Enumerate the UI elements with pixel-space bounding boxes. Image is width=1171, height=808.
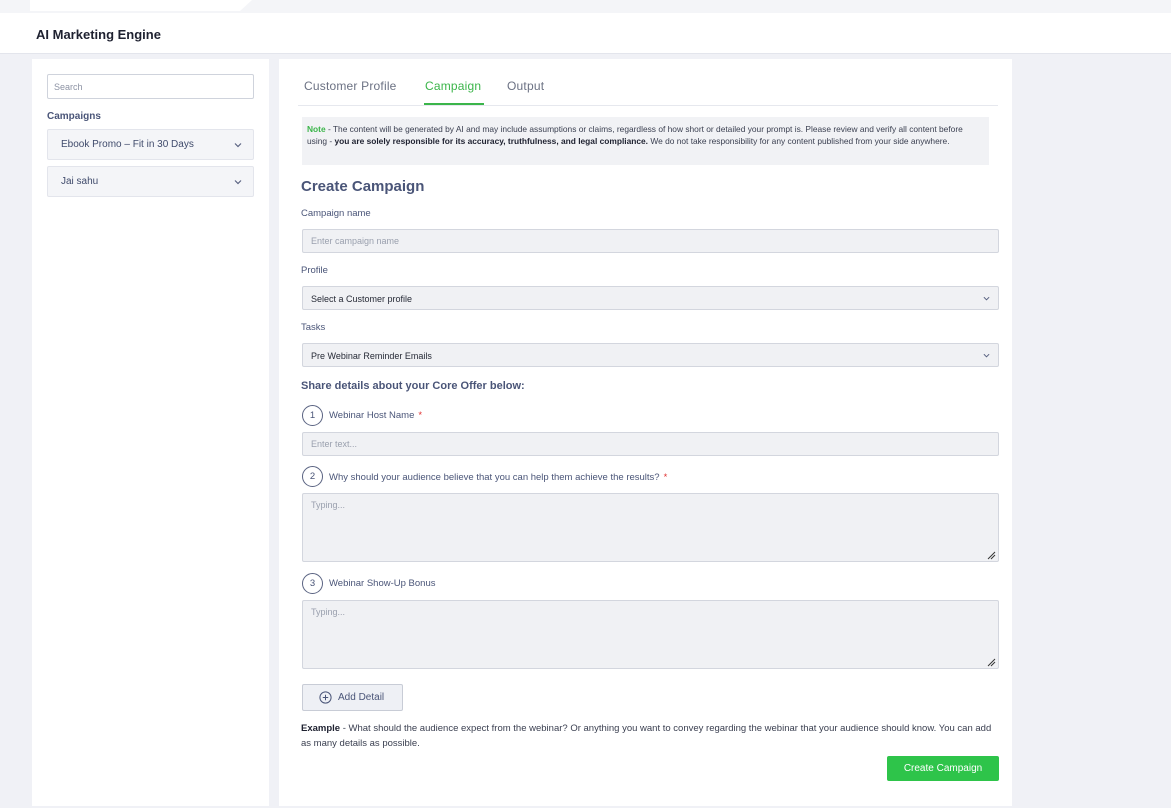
add-detail-button[interactable]: Add Detail [302,684,403,711]
tasks-label: Tasks [301,322,326,333]
campaign-item-label: Jai sahu [61,176,99,187]
step-number-badge: 3 [302,573,323,594]
plus-circle-icon [319,691,332,704]
browser-top-strip [0,0,1171,13]
campaign-name-input[interactable] [302,229,999,253]
example-label: Example [301,723,341,734]
required-asterisk: * [663,472,668,483]
search-input[interactable] [47,74,254,99]
app-header: AI Marketing Engine [0,13,1171,54]
ai-disclaimer-note: Note - The content will be generated by … [302,117,989,165]
core-offer-heading: Share details about your Core Offer belo… [301,380,525,392]
profile-select-value: Select a Customer profile [311,294,413,304]
campaign-item-ebook-promo[interactable]: Ebook Promo – Fit in 30 Days [47,129,254,160]
campaign-name-label: Campaign name [301,208,371,219]
profile-select[interactable]: Select a Customer profile [302,286,999,310]
chevron-down-icon [983,296,990,301]
example-hint: Example - What should the audience expec… [301,721,1001,751]
create-campaign-button[interactable]: Create Campaign [887,756,999,781]
credibility-textarea[interactable] [302,493,999,562]
main-panel: Customer Profile Campaign Output Note - … [279,59,1012,806]
required-asterisk: * [418,410,423,421]
note-label: Note [307,124,326,134]
step-number-badge: 2 [302,466,323,487]
example-text: - What should the audience expect from t… [301,723,992,749]
add-detail-label: Add Detail [338,692,385,703]
resize-grip-icon[interactable] [987,658,996,667]
detail-label-show-up-bonus: Webinar Show-Up Bonus [329,578,436,589]
app-title: AI Marketing Engine [36,27,161,42]
tab-customer-profile[interactable]: Customer Profile [304,79,397,93]
detail-label-host-name: Webinar Host Name * [329,410,422,421]
webinar-host-name-input[interactable] [302,432,999,456]
chevron-down-icon [234,180,242,185]
sidebar: Campaigns Ebook Promo – Fit in 30 Days J… [32,59,269,806]
tab-campaign[interactable]: Campaign [425,79,481,93]
chevron-down-icon [983,353,990,358]
detail-label-text: Webinar Show-Up Bonus [329,578,436,589]
tab-output[interactable]: Output [507,79,544,93]
show-up-bonus-textarea[interactable] [302,600,999,669]
detail-label-text: Why should your audience believe that yo… [329,472,660,483]
tasks-select-value: Pre Webinar Reminder Emails [311,351,432,361]
detail-label-text: Webinar Host Name [329,410,415,421]
page-title: Create Campaign [301,178,425,195]
chevron-down-icon [234,143,242,148]
top-tab-shape [30,0,252,11]
step-number-badge: 1 [302,405,323,426]
campaign-item-label: Ebook Promo – Fit in 30 Days [61,139,194,150]
detail-label-credibility: Why should your audience believe that yo… [329,472,667,483]
tab-divider [298,105,998,106]
note-bold-text: you are solely responsible for its accur… [334,136,649,147]
note-text-end: We do not take responsibility for any co… [648,136,950,147]
tasks-select[interactable]: Pre Webinar Reminder Emails [302,343,999,367]
campaigns-heading: Campaigns [47,111,101,122]
campaign-item-jai-sahu[interactable]: Jai sahu [47,166,254,197]
profile-label: Profile [301,265,328,276]
resize-grip-icon[interactable] [987,551,996,560]
